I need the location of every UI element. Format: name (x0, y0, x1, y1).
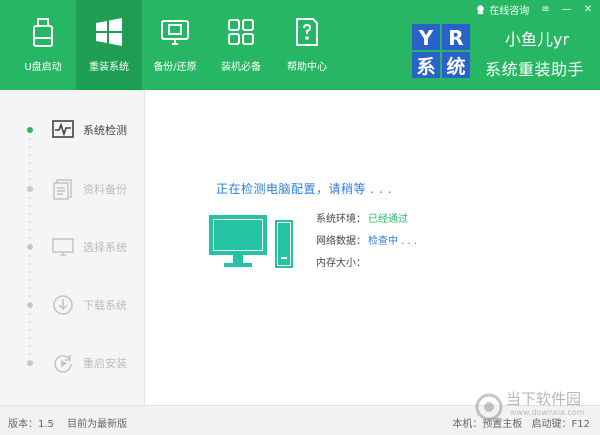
nav-label: 重装系统 (89, 62, 129, 73)
svg-text:系: 系 (416, 56, 435, 78)
nav-backup-restore[interactable]: 备份/还原 (142, 0, 208, 90)
step-data-backup: 资料备份 (0, 174, 145, 204)
backup-restore-icon (161, 20, 189, 45)
main-nav: U盘启动 重装系统 备份/还原 装机必备 帮助中心 (10, 0, 340, 90)
menu-button[interactable]: ≡ (541, 4, 549, 15)
desktop-computer-icon (209, 215, 293, 268)
step-label: 下载系统 (83, 299, 127, 312)
brand-name: 小鱼儿yr (505, 30, 570, 49)
monitor-pulse-icon (52, 120, 74, 138)
version-text: 版本：1.5 (8, 419, 54, 430)
close-button[interactable]: ✕ (584, 4, 592, 15)
update-status-text: 目前为最新版 (67, 419, 128, 430)
step-dot (27, 302, 33, 308)
detect-info: 系统环境： 已经通过 网络数据： 检查中 . . . 内存大小： (316, 209, 419, 275)
detect-panel: 正在检测电脑配置，请稍等 . . . 系统环境： 已经通过 网络数据： 检查中 . … (146, 90, 600, 405)
help-document-icon (296, 18, 318, 46)
step-restart-install: 重启安装 (0, 348, 145, 378)
step-label: 资料备份 (83, 183, 127, 196)
nav-label: U盘启动 (24, 62, 62, 73)
step-dot (27, 244, 33, 250)
info-value: 已经通过 (368, 214, 408, 225)
step-select-system: 选择系统 (0, 232, 145, 262)
step-dot (27, 127, 33, 133)
info-label: 系统环境： (316, 214, 366, 225)
svg-text:统: 统 (446, 55, 465, 78)
step-system-check: 系统检测 (0, 115, 145, 145)
nav-label: 装机必备 (221, 62, 261, 73)
step-label: 选择系统 (83, 241, 127, 254)
monitor-icon (52, 238, 74, 256)
info-label: 内存大小： (316, 258, 366, 269)
steps-sidebar: 系统检测 资料备份 选择系统 下载系统 重启安装 (0, 90, 145, 405)
nav-usb-boot[interactable]: U盘启动 (10, 0, 76, 90)
nav-label: 备份/还原 (153, 62, 197, 73)
info-value: 检查中 . . . (368, 236, 418, 247)
top-bar: U盘启动 重装系统 备份/还原 装机必备 帮助中心 在线咨询 ≡ — ✕ Y R… (0, 0, 600, 90)
apps-grid-icon (228, 19, 254, 45)
windows-logo-icon (96, 18, 122, 46)
svg-text:R: R (448, 26, 463, 50)
info-row-network: 网络数据： 检查中 . . . (316, 231, 419, 253)
brand-logo: Y R 系 统 (412, 22, 474, 84)
watermark-url: www.downxia.com (510, 408, 585, 417)
info-row-os-env: 系统环境： 已经通过 (316, 209, 419, 231)
yr-system-logo: Y R 系 统 (412, 24, 470, 78)
minimize-button[interactable]: — (562, 4, 572, 15)
nav-essential-apps[interactable]: 装机必备 (208, 0, 274, 90)
step-label: 重启安装 (83, 357, 127, 370)
svg-text:Y: Y (418, 26, 434, 50)
nav-label: 帮助中心 (287, 62, 327, 73)
restart-icon (54, 355, 72, 373)
brand-tagline: 系统重装助手 (485, 60, 585, 79)
nav-reinstall-system[interactable]: 重装系统 (76, 0, 142, 90)
documents-icon (53, 179, 72, 200)
headset-icon (477, 5, 484, 15)
info-row-memory: 内存大小： (316, 253, 419, 275)
step-download-system: 下载系统 (0, 290, 145, 320)
detect-title: 正在检测电脑配置，请稍等 . . . (216, 182, 392, 196)
window-controls: 在线咨询 ≡ — ✕ (475, 2, 592, 17)
nav-help-center[interactable]: 帮助中心 (274, 0, 340, 90)
step-dot (27, 360, 33, 366)
info-label: 网络数据： (316, 236, 366, 247)
usb-drive-icon (33, 18, 53, 47)
step-label: 系统检测 (83, 124, 127, 137)
download-icon (53, 295, 73, 315)
online-help-label: 在线咨询 (489, 6, 530, 17)
watermark-text: 当下软件园 (506, 390, 582, 408)
online-help-link[interactable]: 在线咨询 (475, 2, 529, 17)
step-dot (27, 186, 33, 192)
